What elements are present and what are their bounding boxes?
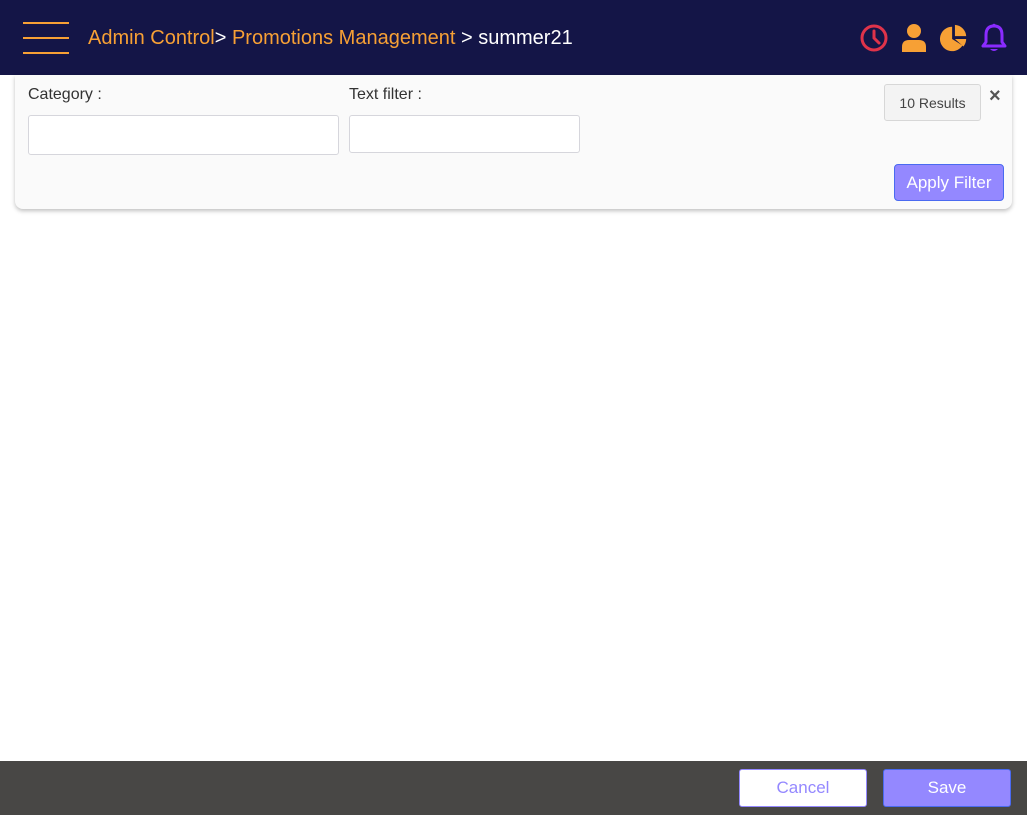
text-filter-label: Text filter : <box>349 86 422 103</box>
text-filter-input[interactable] <box>349 115 580 153</box>
breadcrumb-admin-control[interactable]: Admin Control <box>88 27 215 49</box>
breadcrumb: Admin Control> Promotions Management > s… <box>88 25 573 51</box>
clock-icon[interactable] <box>859 22 889 54</box>
breadcrumb-separator: > <box>214 27 227 49</box>
bell-icon[interactable] <box>979 22 1009 54</box>
close-icon[interactable]: × <box>989 85 1001 108</box>
save-button[interactable]: Save <box>883 769 1011 807</box>
breadcrumb-separator: > <box>460 27 473 49</box>
menu-icon[interactable] <box>20 20 70 56</box>
pie-chart-icon[interactable] <box>939 22 969 54</box>
cancel-button[interactable]: Cancel <box>739 769 867 807</box>
apply-filter-button[interactable]: Apply Filter <box>894 164 1004 201</box>
results-count-badge: 10 Results <box>884 84 981 121</box>
breadcrumb-promotions-management[interactable]: Promotions Management <box>232 27 455 49</box>
filter-panel: Category : Text filter : 10 Results × Ap… <box>15 75 1012 209</box>
user-icon[interactable] <box>899 22 929 54</box>
category-input[interactable] <box>28 115 339 155</box>
footer-bar: Cancel Save <box>0 761 1027 815</box>
top-bar: Admin Control> Promotions Management > s… <box>0 0 1027 75</box>
category-label: Category : <box>28 86 102 103</box>
breadcrumb-current: summer21 <box>478 27 573 49</box>
